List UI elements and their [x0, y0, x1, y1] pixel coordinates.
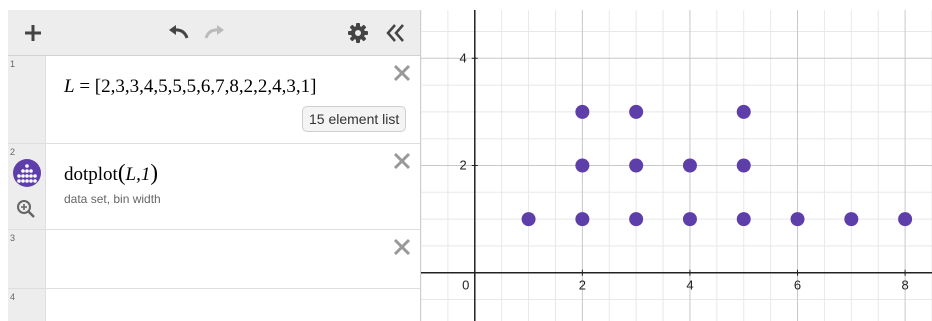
- data-dot[interactable]: [629, 104, 644, 119]
- list-count-badge: 15 element list: [302, 106, 407, 132]
- var-L: L: [64, 76, 75, 97]
- row-gutter: 1: [8, 56, 46, 143]
- equals-sign: =: [79, 76, 91, 97]
- dotplot-icon[interactable]: [12, 158, 42, 188]
- close-icon[interactable]: [393, 64, 411, 82]
- data-dot[interactable]: [736, 104, 751, 119]
- data-dot[interactable]: [682, 158, 697, 173]
- data-dot[interactable]: [682, 212, 697, 227]
- row-number: 1: [10, 59, 16, 69]
- close-icon[interactable]: [393, 152, 411, 170]
- func-args: L,1: [125, 164, 151, 185]
- data-dot[interactable]: [736, 158, 751, 173]
- zoom-icon[interactable]: [16, 199, 36, 219]
- list-values: [2,3,3,4,5,5,5,6,7,8,2,2,4,3,1]: [94, 76, 317, 97]
- data-dot[interactable]: [629, 158, 644, 173]
- row-gutter: 2: [8, 144, 46, 229]
- row-gutter: 4: [8, 289, 46, 321]
- data-dot[interactable]: [575, 212, 590, 227]
- func-name: dotplot: [64, 164, 118, 185]
- expression-row-4[interactable]: 4: [8, 289, 420, 321]
- redo-icon: [204, 25, 224, 39]
- argument-hint: data set, bin width: [64, 192, 161, 206]
- undo-icon: [169, 25, 189, 39]
- collapse-button[interactable]: [381, 18, 411, 48]
- undo-button[interactable]: [163, 18, 193, 48]
- graph-canvas[interactable]: 0 2 4 6 8 2 4: [421, 10, 932, 321]
- x-tick-label: 6: [794, 278, 801, 293]
- list-expression[interactable]: L = [2,3,3,4,5,5,5,6,7,8,2,2,4,3,1]: [64, 76, 316, 98]
- expression-row-1[interactable]: 1 L = [2,3,3,4,5,5,5,6,7,8,2,2,4,3,1] 15…: [8, 56, 420, 144]
- close-paren: ): [150, 160, 159, 185]
- x-tick-label: 4: [686, 278, 693, 293]
- expression-panel: 1 L = [2,3,3,4,5,5,5,6,7,8,2,2,4,3,1] 15…: [8, 10, 421, 321]
- x-tick-label: 8: [901, 278, 908, 293]
- y-tick-label: 4: [460, 50, 467, 65]
- y-tick-label: 2: [460, 158, 467, 173]
- row-number: 3: [10, 233, 16, 243]
- add-button[interactable]: [18, 18, 48, 48]
- data-dot[interactable]: [575, 158, 590, 173]
- expression-toolbar: [8, 10, 420, 56]
- gear-icon: [348, 23, 368, 43]
- data-dot[interactable]: [898, 212, 913, 227]
- redo-button[interactable]: [200, 18, 230, 48]
- double-chevron-left-icon: [386, 24, 404, 42]
- data-dot[interactable]: [575, 104, 590, 119]
- close-icon[interactable]: [393, 238, 411, 256]
- open-paren: (: [117, 160, 126, 185]
- data-dot[interactable]: [844, 212, 859, 227]
- row-gutter: 3: [8, 230, 46, 288]
- row-number: 2: [10, 147, 16, 157]
- major-grid: [421, 10, 932, 321]
- x-tick-label: 2: [579, 278, 586, 293]
- data-dot[interactable]: [629, 212, 644, 227]
- expression-row-3[interactable]: 3: [8, 230, 420, 289]
- data-dot[interactable]: [736, 212, 751, 227]
- expression-row-2[interactable]: 2 dotplot(L,1) data set, bin width: [8, 144, 420, 230]
- plus-icon: [25, 25, 41, 41]
- data-dot[interactable]: [521, 212, 536, 227]
- tick-labels: 0 2 4 6 8 2 4: [460, 50, 909, 292]
- settings-button[interactable]: [343, 18, 373, 48]
- data-dot[interactable]: [790, 212, 805, 227]
- dotplot-expression[interactable]: dotplot(L,1): [64, 160, 158, 186]
- x-tick-label: 0: [462, 278, 469, 293]
- row-number: 4: [10, 292, 16, 302]
